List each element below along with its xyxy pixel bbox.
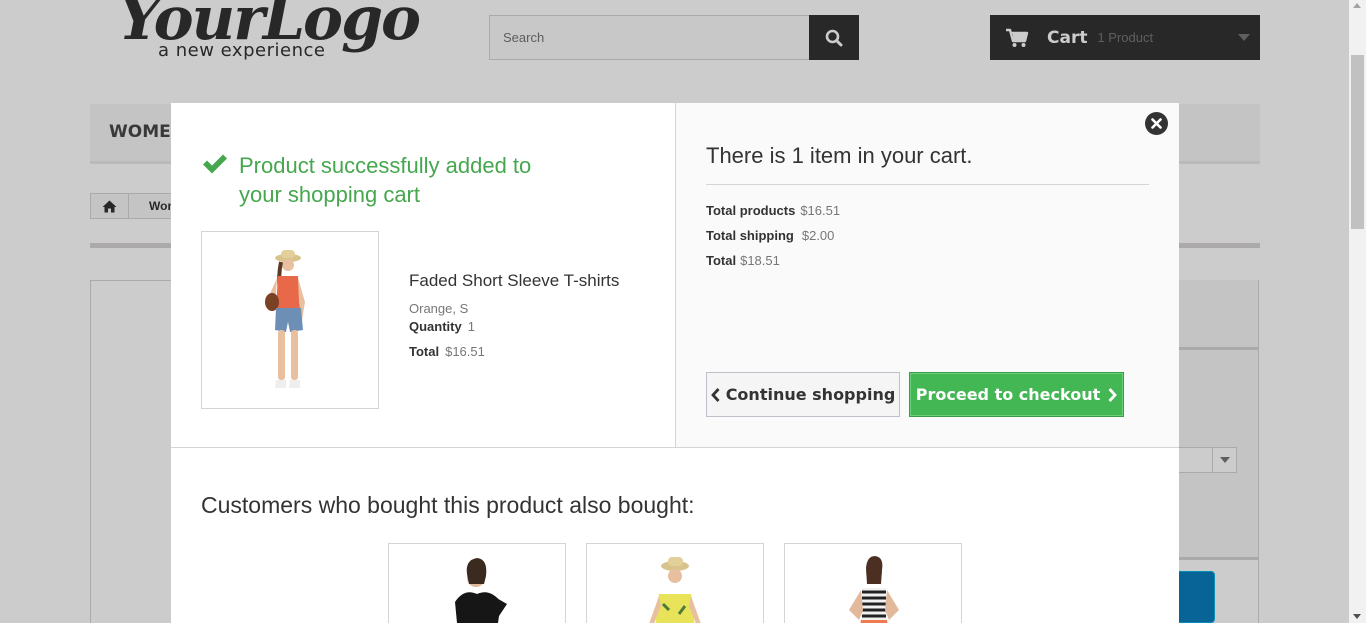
proceed-to-checkout-button[interactable]: Proceed to checkout xyxy=(909,372,1124,417)
cross-sell-product[interactable] xyxy=(586,543,764,623)
product-attributes: Orange, S xyxy=(409,301,469,316)
close-icon xyxy=(1151,118,1162,129)
continue-shopping-label: Continue shopping xyxy=(725,385,896,404)
proceed-to-checkout-label: Proceed to checkout xyxy=(915,385,1101,404)
success-message: Product successfully added to your shopp… xyxy=(201,151,561,209)
cart-confirmation-modal: Product successfully added to your shopp… xyxy=(171,103,1179,623)
chevron-right-icon xyxy=(1108,387,1118,402)
total-shipping-label: Total shipping xyxy=(706,228,794,243)
total-shipping-value: $2.00 xyxy=(801,228,835,243)
cart-summary-panel: There is 1 item in your cart. Total prod… xyxy=(675,103,1179,448)
cart-total-value: $18.51 xyxy=(740,253,780,268)
product-quantity: Quantity 1 xyxy=(409,319,475,334)
scrollbar-thumb[interactable] xyxy=(1351,55,1364,229)
continue-shopping-button[interactable]: Continue shopping xyxy=(706,372,900,417)
product-total-label: Total xyxy=(409,344,440,359)
product-image xyxy=(201,231,379,409)
cart-item-count: There is 1 item in your cart. xyxy=(706,143,973,168)
cross-sell-product[interactable] xyxy=(388,543,566,623)
total-shipping-row: Total shipping $2.00 xyxy=(706,228,834,243)
product-name: Faded Short Sleeve T-shirts xyxy=(409,271,620,290)
chevron-left-icon xyxy=(710,387,720,402)
cross-sell-product[interactable] xyxy=(784,543,962,623)
cart-total-row: Total $18.51 xyxy=(706,253,780,268)
cross-sell-title: Customers who bought this product also b… xyxy=(201,492,695,518)
cart-total-label: Total xyxy=(706,253,737,268)
checkmark-icon xyxy=(201,151,239,209)
quantity-label: Quantity xyxy=(409,319,462,334)
page-scrollbar[interactable] xyxy=(1349,0,1366,623)
total-products-row: Total products $16.51 xyxy=(706,203,840,218)
quantity-value: 1 xyxy=(467,319,475,334)
scroll-up-arrow[interactable] xyxy=(1353,3,1361,8)
product-total: Total $16.51 xyxy=(409,344,485,359)
total-products-value: $16.51 xyxy=(800,203,841,218)
cart-summary-divider xyxy=(706,184,1149,185)
scroll-down-arrow[interactable] xyxy=(1353,614,1361,619)
total-products-label: Total products xyxy=(706,203,796,218)
success-message-text: Product successfully added to your shopp… xyxy=(239,153,532,207)
added-product-panel: Product successfully added to your shopp… xyxy=(171,103,676,448)
close-modal-button[interactable] xyxy=(1145,112,1168,135)
modal-section-divider xyxy=(171,447,1179,448)
product-total-value: $16.51 xyxy=(445,344,485,359)
